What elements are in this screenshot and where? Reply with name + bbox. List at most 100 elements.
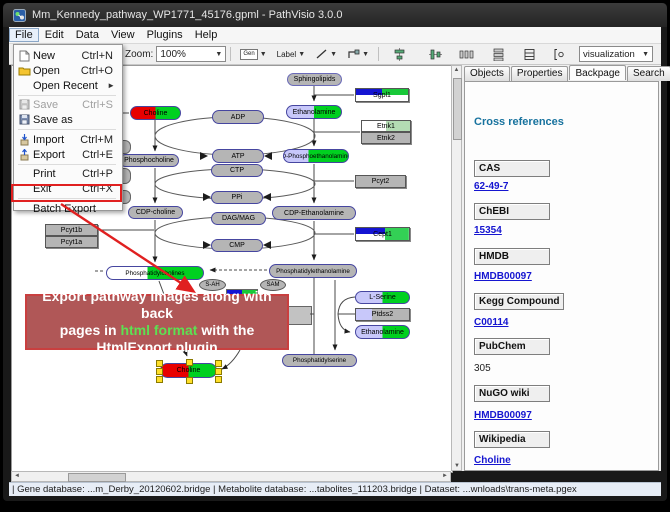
side-panel-tabs: Objects Properties Backpage Search Legen… — [464, 66, 670, 81]
node-cept1[interactable]: Cept1 — [355, 227, 410, 241]
visualization-combobox[interactable]: visualization ▼ — [579, 46, 653, 62]
node-pcyt1a[interactable]: Pcyt1a — [45, 236, 98, 248]
node-sphingolipids[interactable]: Sphingolipids — [287, 73, 342, 86]
chevron-down-icon: ▼ — [298, 51, 305, 58]
menu-file[interactable]: File — [9, 28, 39, 42]
node-adp[interactable]: ADP — [212, 110, 264, 124]
chevron-down-icon: ▼ — [642, 51, 649, 58]
scroll-right-icon[interactable]: ► — [442, 473, 448, 479]
connector-tool-button[interactable]: ▼ — [343, 45, 373, 63]
selection-handle[interactable] — [215, 360, 222, 367]
menu-view[interactable]: View — [105, 28, 141, 42]
node-phosphatidylcholines[interactable]: Phosphatidylcholines — [106, 266, 204, 280]
node-cdp-choline[interactable]: CDP-choline — [128, 206, 183, 219]
open-folder-icon — [15, 65, 33, 76]
scroll-left-icon[interactable]: ◄ — [14, 473, 20, 479]
tab-objects[interactable]: Objects — [464, 66, 510, 81]
node-phosphatidylethanolamine[interactable]: Phosphatidylethanolamine — [269, 264, 357, 278]
xref-link-wikipedia[interactable]: Choline — [474, 455, 511, 466]
status-bar: | Gene database: ...m_Derby_20120602.bri… — [9, 482, 661, 496]
selection-handle[interactable] — [215, 368, 222, 375]
canvas-vertical-scrollbar[interactable]: ▲ ▼ — [451, 65, 462, 471]
align-middle-button[interactable] — [425, 45, 446, 63]
annotation-callout: Export pathway images along with back pa… — [25, 294, 289, 350]
vertical-scroll-thumb[interactable] — [453, 78, 462, 140]
scroll-down-icon[interactable]: ▼ — [454, 463, 460, 469]
horizontal-scroll-thumb[interactable] — [68, 473, 126, 482]
selection-handle[interactable] — [215, 376, 222, 383]
file-menu-export[interactable]: ExportCtrl+E — [15, 147, 119, 162]
node-pcyt2[interactable]: Pcyt2 — [355, 175, 406, 188]
node-phosphocholine[interactable]: Phosphocholine — [119, 154, 179, 167]
export-icon — [15, 149, 33, 161]
node-ctp[interactable]: CTP — [211, 164, 263, 177]
tab-backpage[interactable]: Backpage — [569, 65, 625, 80]
stack-button[interactable] — [519, 45, 540, 63]
node-cmp[interactable]: CMP — [211, 239, 263, 252]
file-menu-batch-export[interactable]: Batch Export — [15, 201, 119, 216]
selection-handle[interactable] — [186, 377, 193, 384]
selection-handle[interactable] — [156, 368, 163, 375]
tab-properties[interactable]: Properties — [511, 66, 569, 81]
xref-link-hmdb[interactable]: HMDB00097 — [474, 271, 532, 282]
elbow-connector-icon — [347, 48, 360, 60]
align-middle-icon — [429, 48, 442, 61]
line-tool-button[interactable]: ▼ — [311, 45, 341, 63]
node-choline-top[interactable]: Choline — [130, 106, 181, 120]
add-gene-node-button[interactable]: Gen ▼ — [236, 45, 270, 63]
node-ptdss2[interactable]: Ptdss2 — [355, 308, 410, 321]
selection-handle[interactable] — [156, 376, 163, 383]
node-sgpl1[interactable]: Sgpl1 — [355, 88, 409, 102]
node-dag-mag[interactable]: DAG/MAG — [211, 212, 266, 225]
node-ethanolamine-bottom[interactable]: Ethanolamine — [355, 325, 410, 339]
title-bar[interactable]: Mm_Kennedy_pathway_WP1771_45176.gpml - P… — [3, 3, 667, 27]
xref-header-cas: CAS — [474, 160, 550, 177]
file-menu-print[interactable]: PrintCtrl+P — [15, 166, 119, 181]
node-l-serine[interactable]: L-Serine — [355, 291, 410, 304]
distribute-horizontal-icon — [459, 48, 474, 61]
tab-search[interactable]: Search — [627, 66, 670, 81]
chevron-down-icon: ▼ — [260, 51, 267, 58]
node-ethanolamine-top[interactable]: Ethanolamine — [286, 105, 342, 119]
menu-help[interactable]: Help — [189, 28, 224, 42]
node-phosphatidylserine[interactable]: Phosphatidylserine — [282, 354, 357, 367]
xref-link-nugo[interactable]: HMDB00097 — [474, 410, 532, 421]
node-ppi[interactable]: PPi — [211, 191, 263, 204]
node-pcyt1b[interactable]: Pcyt1b — [45, 224, 98, 236]
distribute-horizontal-button[interactable] — [455, 45, 478, 63]
scroll-up-icon[interactable]: ▲ — [452, 67, 461, 73]
add-label-button[interactable]: Label ▼ — [273, 45, 310, 63]
node-o-phosphoethanolamine[interactable]: O-Phosphoethanolamine — [283, 149, 349, 163]
submenu-arrow-icon: ► — [107, 81, 115, 90]
import-icon — [15, 134, 33, 146]
canvas-horizontal-scrollbar[interactable]: ◄ ► — [11, 471, 451, 482]
xref-link-kegg[interactable]: C00114 — [474, 317, 508, 328]
file-menu-open-recent[interactable]: Open Recent► — [15, 78, 119, 93]
node-etnk1[interactable]: Etnk1 — [361, 120, 411, 132]
menu-plugins[interactable]: Plugins — [141, 28, 189, 42]
zoom-label: Zoom: — [125, 49, 153, 60]
node-cdp-ethanolamine[interactable]: CDP-Ethanolamine — [272, 206, 356, 220]
file-menu-save-as[interactable]: Save as — [15, 112, 119, 127]
xref-link-chebi[interactable]: 15354 — [474, 225, 502, 236]
align-center-button[interactable] — [389, 45, 410, 63]
file-menu-new[interactable]: NewCtrl+N — [15, 48, 119, 63]
selection-handle[interactable] — [156, 360, 163, 367]
node-atp[interactable]: ATP — [212, 149, 264, 163]
xref-link-cas[interactable]: 62-49-7 — [474, 181, 508, 192]
file-menu-open[interactable]: OpenCtrl+O — [15, 63, 119, 78]
selection-handle[interactable] — [186, 359, 193, 366]
zoom-combobox[interactable]: 100% ▼ — [156, 46, 226, 62]
xref-header-nugo: NuGO wiki — [474, 385, 550, 402]
new-file-icon — [15, 50, 33, 62]
menu-data[interactable]: Data — [70, 28, 105, 42]
menu-edit[interactable]: Edit — [39, 28, 70, 42]
save-as-icon — [15, 114, 33, 125]
node-etnk2[interactable]: Etnk2 — [361, 132, 411, 144]
batch-export-highlight — [11, 184, 122, 202]
distribute-vertical-button[interactable] — [487, 45, 510, 63]
file-menu-import[interactable]: ImportCtrl+M — [15, 132, 119, 147]
file-menu-save[interactable]: SaveCtrl+S — [15, 97, 119, 112]
new-element-window-button[interactable] — [549, 45, 570, 63]
xref-value-pubchem: 305 — [474, 363, 491, 374]
